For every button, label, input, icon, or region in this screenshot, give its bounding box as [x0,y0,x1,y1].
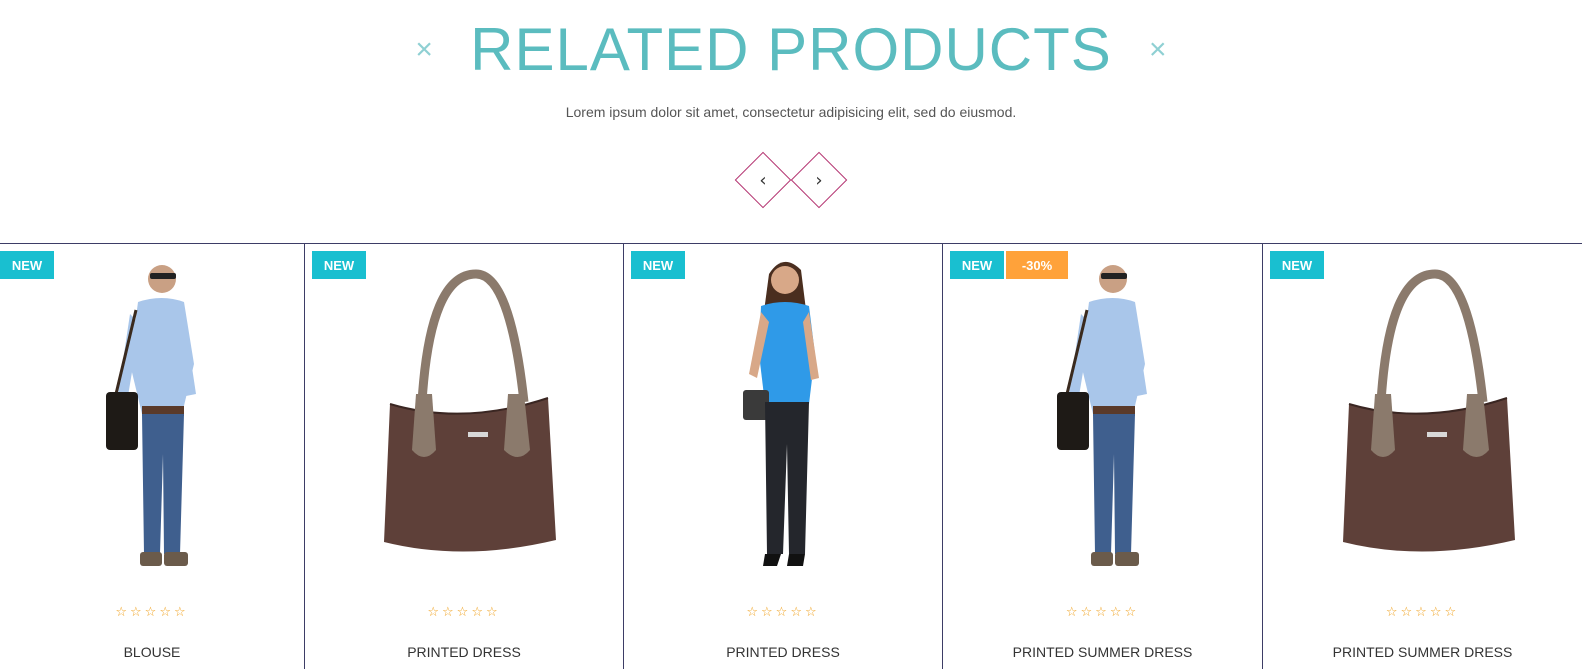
handbag-image[interactable] [344,254,584,584]
rating-stars: ☆☆☆☆☆ [1385,605,1460,620]
woman-blue-top-image[interactable] [663,254,903,584]
product-name[interactable]: PRINTED DRESS [624,644,942,660]
carousel-next-button[interactable]: › [790,151,848,209]
product-card[interactable]: NEW -30% ☆☆☆☆☆ PRINTED SUMMER DRESS [943,244,1263,669]
man-with-bag-image[interactable] [32,254,272,584]
product-grid: NEW ☆☆☆☆☆ BLOUSE NEW ☆☆☆☆☆ PRINTED DRESS… [0,243,1582,669]
product-card[interactable]: NEW ☆☆☆☆☆ PRINTED SUMMER DRESS [1263,244,1582,669]
decorative-x-icon: × [1149,33,1167,66]
product-card[interactable]: NEW ☆☆☆☆☆ PRINTED DRESS [624,244,943,669]
rating-stars: ☆☆☆☆☆ [427,605,501,620]
related-products-header: × RELATED PRODUCTS × Lorem ipsum dolor s… [0,0,1582,243]
carousel-nav: ‹ › [0,151,1582,209]
carousel-prev-button[interactable]: ‹ [734,151,792,209]
product-name[interactable]: PRINTED SUMMER DRESS [943,644,1262,660]
product-name[interactable]: PRINTED DRESS [305,644,623,660]
chevron-right-icon: › [815,169,823,191]
man-with-bag-image[interactable] [983,254,1223,584]
decorative-x-icon: × [415,33,433,66]
section-title: RELATED PRODUCTS [470,16,1112,83]
product-name[interactable]: PRINTED SUMMER DRESS [1263,644,1582,660]
product-name[interactable]: BLOUSE [0,644,304,660]
product-card[interactable]: NEW ☆☆☆☆☆ BLOUSE [0,244,305,669]
rating-stars: ☆☆☆☆☆ [115,605,189,620]
title-row: × RELATED PRODUCTS × [0,14,1582,86]
handbag-image[interactable] [1303,254,1543,584]
chevron-left-icon: ‹ [759,169,767,191]
rating-stars: ☆☆☆☆☆ [1065,605,1140,620]
product-card[interactable]: NEW ☆☆☆☆☆ PRINTED DRESS [305,244,624,669]
section-subtitle: Lorem ipsum dolor sit amet, consectetur … [565,104,1017,120]
rating-stars: ☆☆☆☆☆ [746,605,820,620]
